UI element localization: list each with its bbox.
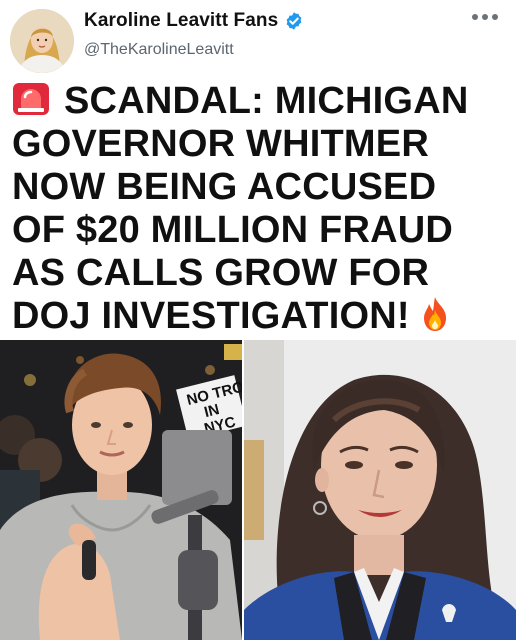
headline-line-2: GOVERNOR WHITMER [12, 123, 429, 165]
right-photo-image [244, 340, 516, 640]
avatar-image [10, 9, 74, 73]
headline-line-1: SCANDAL: MICHIGAN [12, 80, 512, 123]
avatar[interactable] [10, 9, 74, 73]
author-row: Karoline Leavitt Fans [84, 10, 304, 32]
headline-text: SCANDAL: MICHIGAN [64, 80, 469, 122]
headline-line-6: DOJ INVESTIGATION! [12, 295, 512, 338]
dot [472, 14, 478, 20]
headline: SCANDAL: MICHIGAN GOVERNOR WHITMER NOW B… [12, 80, 512, 338]
headline-line-3: NOW BEING ACCUSED [12, 166, 437, 208]
fire-emoji [423, 297, 446, 331]
more-options-icon[interactable] [472, 14, 498, 20]
dot [492, 14, 498, 20]
siren-emoji [13, 83, 49, 115]
author-handle[interactable]: @TheKarolineLeavitt [84, 41, 234, 59]
right-photo[interactable] [244, 340, 516, 640]
post-header: Karoline Leavitt Fans @TheKarolineLeavit… [0, 0, 516, 80]
verified-badge-icon [286, 12, 302, 30]
headline-line-4: OF $20 MILLION FRAUD [12, 209, 454, 251]
left-photo[interactable]: NO TRO IN NYC [0, 340, 242, 640]
headline-line-5: AS CALLS GROW FOR [12, 252, 430, 294]
headline-text: DOJ INVESTIGATION! [12, 295, 410, 337]
left-photo-image: NO TRO IN NYC [0, 340, 242, 640]
author-name[interactable]: Karoline Leavitt Fans [84, 10, 278, 32]
dot [482, 14, 488, 20]
post-images: NO TRO IN NYC [0, 340, 516, 640]
